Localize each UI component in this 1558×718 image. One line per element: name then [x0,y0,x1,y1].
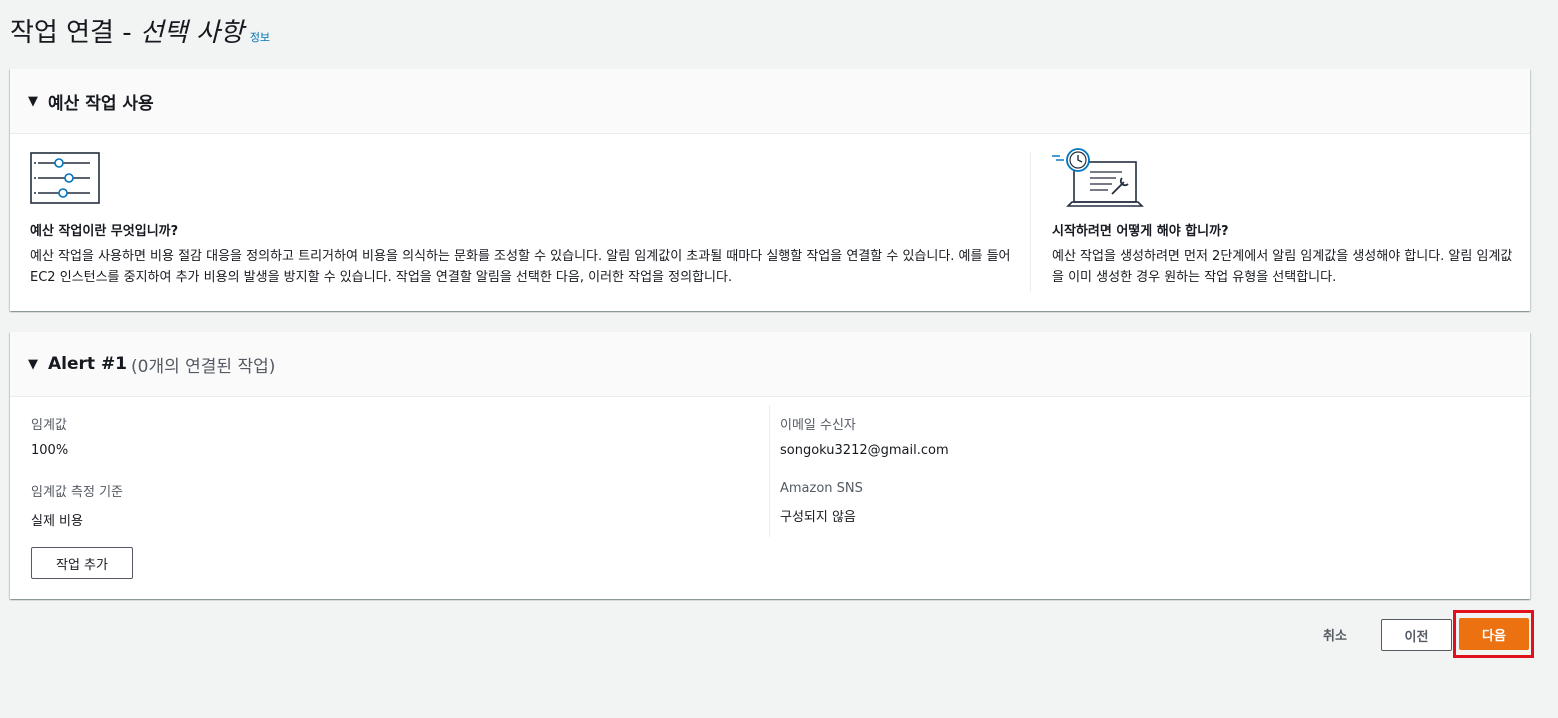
what-are-budget-actions-body: 예산 작업을 사용하면 비용 절감 대응을 정의하고 트리거하여 비용을 의식하… [30,249,1011,285]
budget-actions-panel-body: 예산 작업이란 무엇입니까? 예산 작업을 사용하면 비용 절감 대응을 정의하… [10,134,1530,311]
add-action-button[interactable]: 작업 추가 [31,547,133,579]
how-to-start-body: 예산 작업을 생성하려면 먼저 2단계에서 알림 임계값을 생성해야 합니다. … [1052,249,1513,285]
threshold-value: 100% [31,443,69,458]
budget-actions-panel: ▼ 예산 작업 사용 예산 작업이란 무엇입니까? 예산 작업을 사용하면 비용… [10,69,1530,311]
threshold-basis-label: 임계값 측정 기준 [31,485,123,500]
amazon-sns-value: 구성되지 않음 [780,510,856,525]
previous-button[interactable]: 이전 [1381,619,1452,651]
page-header: 작업 연결 - 선택 사항 정보 [10,12,270,49]
page-title-main: 작업 연결 - [10,18,140,48]
caret-down-icon[interactable]: ▼ [28,357,38,372]
sliders-settings-icon [30,152,100,204]
how-to-start-heading: 시작하려면 어떻게 해야 합니까? [1052,224,1229,239]
threshold-field: 임계값 100% [31,414,68,458]
threshold-label: 임계값 [31,418,67,433]
alert-panel-body: 임계값 100% 임계값 측정 기준 실제 비용 이메일 수신자 songoku… [10,397,1530,599]
email-recipients-label: 이메일 수신자 [780,418,856,433]
alert-panel-title: Alert #1 [48,354,128,374]
column-divider [769,405,770,537]
alert-panel-header[interactable]: ▼ Alert #1 (0개의 연결된 작업) [10,332,1530,397]
threshold-basis-value: 실제 비용 [31,514,83,529]
page: 작업 연결 - 선택 사항 정보 ▼ 예산 작업 사용 예산 작업이란 무엇입니… [0,0,1558,718]
cancel-button[interactable]: 취소 [1323,625,1347,644]
column-divider [1030,152,1031,292]
budget-actions-panel-header[interactable]: ▼ 예산 작업 사용 [10,69,1530,134]
budget-actions-panel-title: 예산 작업 사용 [48,93,154,114]
what-are-budget-actions-heading: 예산 작업이란 무엇입니까? [30,224,179,239]
page-title: 작업 연결 - 선택 사항 [10,12,244,49]
alert-panel: ▼ Alert #1 (0개의 연결된 작업) 임계값 100% 임계값 측정 … [10,332,1530,599]
caret-down-icon[interactable]: ▼ [28,94,38,109]
laptop-clock-wrench-icon [1052,148,1144,207]
amazon-sns-field: Amazon SNS 구성되지 않음 [780,481,863,525]
amazon-sns-label: Amazon SNS [780,481,863,496]
threshold-basis-field: 임계값 측정 기준 실제 비용 [31,481,123,529]
page-title-optional: 선택 사항 [139,18,244,48]
info-link[interactable]: 정보 [250,29,270,45]
alert-panel-subtitle: (0개의 연결된 작업) [131,356,276,377]
next-button[interactable]: 다음 [1459,618,1529,650]
email-recipients-value: songoku3212@gmail.com [780,443,949,458]
email-recipients-field: 이메일 수신자 songoku3212@gmail.com [780,414,949,458]
